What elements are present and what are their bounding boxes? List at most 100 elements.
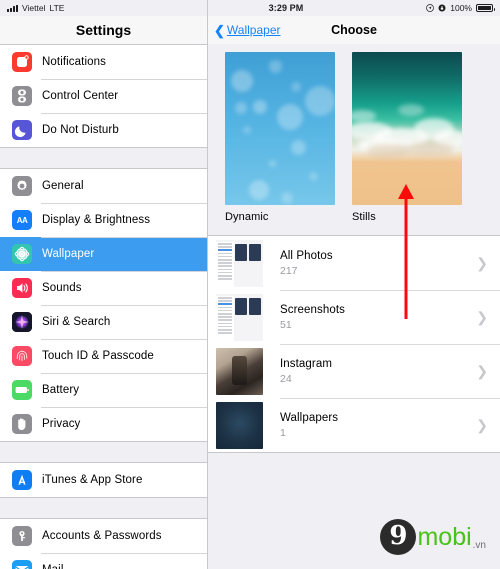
album-text: All Photos 217 xyxy=(280,250,476,277)
album-row-wallpapers[interactable]: Wallpapers 1 ❯ xyxy=(208,398,500,452)
rotation-lock-icon xyxy=(438,4,446,12)
wallpaper-type-dynamic[interactable]: Dynamic xyxy=(225,52,335,223)
sidebar-item-label: iTunes & App Store xyxy=(42,474,143,486)
sidebar-item-notifications[interactable]: Notifications xyxy=(0,45,207,79)
sidebar-item-siri-search[interactable]: Siri & Search xyxy=(0,305,207,339)
album-name: Instagram xyxy=(280,357,333,370)
wallpaper-flower-icon xyxy=(12,244,32,264)
notifications-icon xyxy=(12,52,32,72)
sidebar-group-2: General AA Display & Brightness Wallpape… xyxy=(0,168,207,442)
chevron-right-icon: ❯ xyxy=(476,416,488,433)
sidebar-item-label: Battery xyxy=(42,384,80,396)
sidebar-item-label: Sounds xyxy=(42,282,82,294)
status-bar-clock: 3:29 PM xyxy=(268,3,304,13)
chevron-left-icon: ❮ xyxy=(214,22,225,38)
watermark-name: mobi xyxy=(417,522,472,551)
sidebar-item-label: Notifications xyxy=(42,56,106,68)
accounts-passwords-key-icon xyxy=(12,526,32,546)
album-name: All Photos xyxy=(280,249,333,262)
sidebar-item-accounts-passwords[interactable]: Accounts & Passwords xyxy=(0,519,207,553)
ipad-settings-screen: Viettel LTE 3:29 PM 100% Settings Notifi… xyxy=(0,0,500,569)
sidebar-item-label: Accounts & Passwords xyxy=(42,530,162,542)
battery-full-icon xyxy=(476,4,495,12)
status-bar-right: 100% xyxy=(328,3,500,13)
chevron-right-icon: ❯ xyxy=(476,254,488,271)
sidebar-item-label: Wallpaper xyxy=(42,248,95,260)
chevron-right-icon: ❯ xyxy=(476,308,488,325)
album-thumbnail xyxy=(216,401,263,449)
album-row-all-photos[interactable]: All Photos 217 ❯ xyxy=(208,236,500,290)
do-not-disturb-icon xyxy=(12,120,32,140)
sidebar-item-general[interactable]: General xyxy=(0,169,207,203)
sounds-speaker-icon xyxy=(12,278,32,298)
sidebar-item-display-brightness[interactable]: AA Display & Brightness xyxy=(0,203,207,237)
carrier-label: Viettel xyxy=(22,3,46,13)
wallpaper-type-label: Dynamic xyxy=(225,211,269,223)
album-row-screenshots[interactable]: Screenshots 51 ❯ xyxy=(208,290,500,344)
album-row-instagram[interactable]: Instagram 24 ❯ xyxy=(208,344,500,398)
app-store-icon xyxy=(12,470,32,490)
album-count: 217 xyxy=(280,264,298,277)
control-center-icon xyxy=(12,86,32,106)
album-list: All Photos 217 ❯ Screenshots 51 ❯ Instag… xyxy=(208,235,500,453)
display-brightness-icon: AA xyxy=(12,210,32,230)
back-button-wallpaper[interactable]: ❮ Wallpaper xyxy=(208,23,280,37)
sidebar-item-sounds[interactable]: Sounds xyxy=(0,271,207,305)
chevron-right-icon: ❯ xyxy=(476,362,488,379)
album-thumbnail xyxy=(216,293,263,341)
sidebar-item-label: Control Center xyxy=(42,90,119,102)
sidebar-group-4: Accounts & Passwords Mail Contacts Calen… xyxy=(0,518,207,569)
album-text: Instagram 24 xyxy=(280,358,476,385)
choose-wallpaper-pane: ❮ Wallpaper Choose Dynamic Stills All Ph… xyxy=(208,0,500,569)
sidebar-item-battery[interactable]: Battery xyxy=(0,373,207,407)
red-up-arrow-annotation xyxy=(396,184,416,319)
battery-percent-label: 100% xyxy=(450,3,472,13)
album-thumbnail xyxy=(216,239,263,287)
navigation-bar: ❮ Wallpaper Choose xyxy=(208,16,500,44)
gear-icon xyxy=(12,176,32,196)
album-text: Screenshots 51 xyxy=(280,304,476,331)
sidebar-item-control-center[interactable]: Control Center xyxy=(0,79,207,113)
dynamic-wallpaper-thumbnail[interactable] xyxy=(225,52,335,205)
sidebar-item-itunes-app-store[interactable]: iTunes & App Store xyxy=(0,463,207,497)
back-button-label: Wallpaper xyxy=(226,23,281,37)
sidebar-divider-3 xyxy=(0,498,207,518)
sidebar-item-label: Touch ID & Passcode xyxy=(42,350,154,362)
siri-icon xyxy=(12,312,32,332)
sidebar-item-label: Mail xyxy=(42,564,64,569)
sidebar-item-do-not-disturb[interactable]: Do Not Disturb xyxy=(0,113,207,147)
sidebar-item-mail[interactable]: Mail xyxy=(0,553,207,569)
mail-envelope-icon xyxy=(12,560,32,569)
settings-sidebar[interactable]: Settings Notifications Control Center Do… xyxy=(0,0,208,569)
album-count: 1 xyxy=(280,426,286,439)
sidebar-item-wallpaper[interactable]: Wallpaper xyxy=(0,237,207,271)
watermark-9mobi: 9 mobi .vn xyxy=(380,519,486,555)
sidebar-item-label: Privacy xyxy=(42,418,81,430)
sidebar-divider-1 xyxy=(0,148,207,168)
touch-id-icon xyxy=(12,346,32,366)
sidebar-item-privacy[interactable]: Privacy xyxy=(0,407,207,441)
stills-wallpaper-thumbnail[interactable] xyxy=(352,52,462,205)
sidebar-item-label: Display & Brightness xyxy=(42,214,151,226)
status-bar: Viettel LTE 3:29 PM 100% xyxy=(0,0,500,16)
album-name: Screenshots xyxy=(280,303,346,316)
watermark-tld: .vn xyxy=(472,540,486,551)
network-type-label: LTE xyxy=(49,3,65,13)
page-title: Settings xyxy=(0,16,207,44)
album-count: 51 xyxy=(280,318,292,331)
album-thumbnail xyxy=(216,347,263,395)
sidebar-item-label: Siri & Search xyxy=(42,316,111,328)
watermark-logo-icon: 9 xyxy=(380,519,417,555)
status-bar-left: Viettel LTE xyxy=(0,3,208,13)
album-text: Wallpapers 1 xyxy=(280,412,476,439)
album-count: 24 xyxy=(280,372,292,385)
sidebar-group-1: Notifications Control Center Do Not Dist… xyxy=(0,44,207,148)
watermark-digit: 9 xyxy=(389,521,408,551)
wallpaper-type-list: Dynamic Stills xyxy=(208,44,500,223)
cellular-signal-icon xyxy=(7,4,18,12)
privacy-hand-icon xyxy=(12,414,32,434)
sidebar-item-label: Do Not Disturb xyxy=(42,124,119,136)
sidebar-divider-2 xyxy=(0,442,207,462)
battery-icon xyxy=(12,380,32,400)
sidebar-item-touch-id-passcode[interactable]: Touch ID & Passcode xyxy=(0,339,207,373)
